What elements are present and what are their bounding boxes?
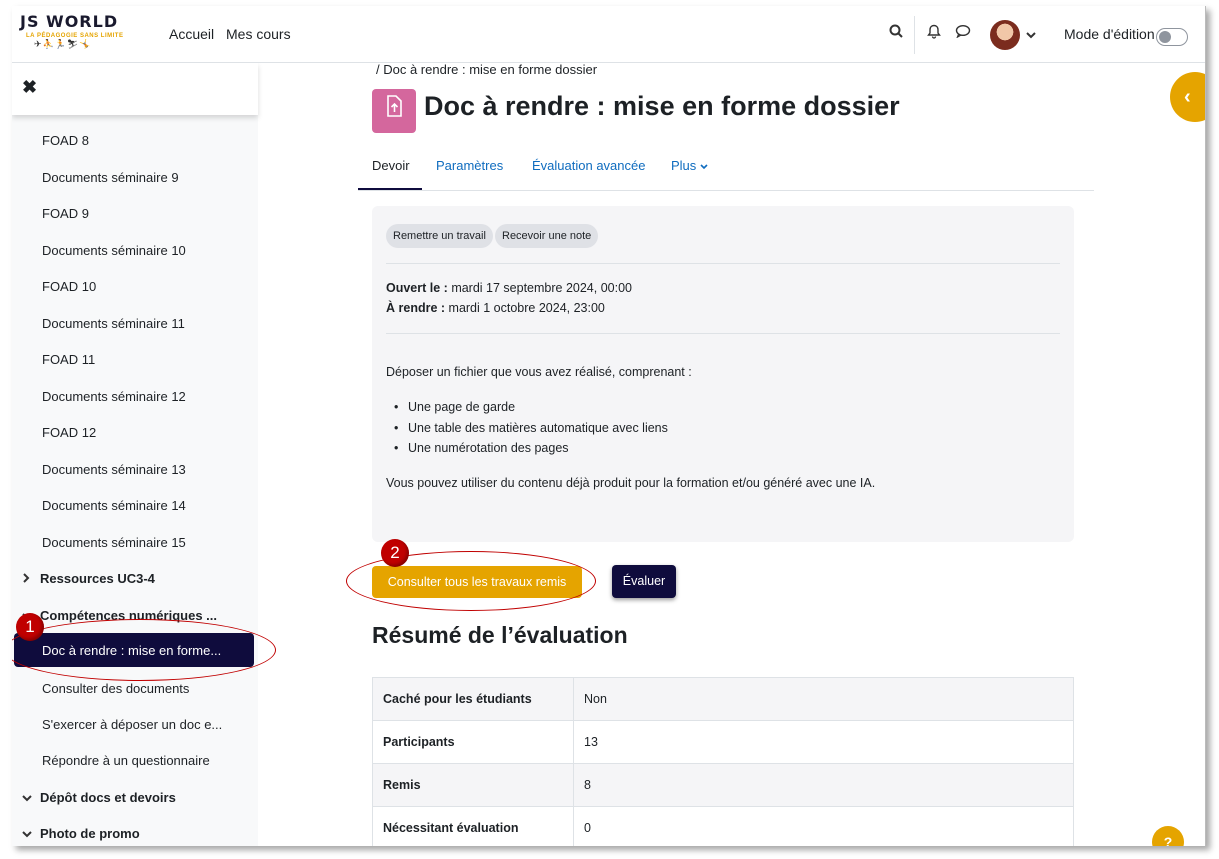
divider (386, 333, 1060, 334)
tab-plus[interactable]: Plus (671, 158, 708, 173)
bell-icon[interactable] (927, 24, 941, 43)
course-index-item[interactable]: Consulter des documents (42, 681, 189, 696)
annotation-marker-2: 2 (381, 539, 409, 567)
close-icon[interactable]: ✖ (22, 77, 37, 98)
summary-value: Non (573, 677, 1074, 721)
description-note: Vous pouvez utiliser du contenu déjà pro… (386, 476, 876, 490)
course-index-item[interactable]: Documents séminaire 11 (42, 316, 185, 331)
tab-evaluation-avancee[interactable]: Évaluation avancée (532, 158, 645, 173)
section-depot[interactable]: Dépôt docs et devoirs (22, 790, 176, 805)
course-index-item[interactable]: S'exercer à déposer un doc e... (42, 717, 222, 732)
description-bullet: Une table des matières automatique avec … (394, 421, 668, 435)
open-date: Ouvert le : mardi 17 septembre 2024, 00:… (386, 281, 632, 295)
description-intro: Déposer un fichier que vous avez réalisé… (386, 365, 692, 379)
course-index-item[interactable]: FOAD 12 (42, 425, 96, 440)
course-index-item[interactable]: Documents séminaire 9 (42, 170, 179, 185)
annotation-marker-1: 1 (16, 613, 44, 641)
top-navbar: JS WORLD LA PÉDAGOGIE SANS LIMITE ✈⛹🏃⛷🤸 … (12, 6, 1205, 63)
course-index-item[interactable]: Documents séminaire 12 (42, 389, 186, 404)
grading-summary-title: Résumé de l’évaluation (372, 622, 628, 648)
chevron-down-icon (22, 827, 40, 841)
navbar-divider (914, 16, 915, 54)
description-bullet: Une page de garde (394, 400, 515, 414)
tab-parametres[interactable]: Paramètres (436, 158, 503, 173)
due-date-value: mardi 1 octobre 2024, 23:00 (448, 301, 605, 315)
chat-icon[interactable] (955, 24, 971, 42)
due-date-label: À rendre : (386, 301, 446, 315)
course-index-item[interactable]: FOAD 11 (42, 352, 95, 367)
activity-info-card: Remettre un travail Recevoir une note Ou… (372, 206, 1074, 542)
course-index-item[interactable]: FOAD 10 (42, 279, 96, 294)
course-index-item[interactable]: FOAD 8 (42, 133, 89, 148)
search-icon[interactable] (889, 24, 903, 42)
course-index-item[interactable]: Documents séminaire 10 (42, 243, 186, 258)
table-row: Participants 13 (372, 720, 1074, 764)
summary-value: 0 (573, 806, 1074, 846)
summary-key: Nécessitant évaluation (372, 806, 574, 846)
due-date: À rendre : mardi 1 octobre 2024, 23:00 (386, 301, 605, 315)
logo-text: JS WORLD (20, 12, 119, 31)
summary-key: Participants (372, 720, 574, 764)
course-index-item[interactable]: Documents séminaire 13 (42, 462, 186, 477)
chevron-down-icon (22, 791, 40, 805)
summary-key: Caché pour les étudiants (372, 677, 574, 721)
user-avatar[interactable] (990, 20, 1020, 50)
active-tab-indicator (358, 188, 422, 190)
section-label: Photo de promo (40, 826, 140, 841)
course-index-item[interactable]: Documents séminaire 15 (42, 535, 186, 550)
course-index-drawer: ✖ FOAD 8 Documents séminaire 9 FOAD 9 Do… (12, 63, 276, 846)
tab-devoir[interactable]: Devoir (372, 158, 410, 173)
table-row: Caché pour les étudiants Non (372, 677, 1074, 721)
table-row: Nécessitant évaluation 0 (372, 806, 1074, 846)
section-label: Ressources UC3-4 (40, 571, 155, 586)
course-index-item[interactable]: Documents séminaire 14 (42, 498, 186, 513)
section-label: Compétences numériques ... (40, 608, 217, 623)
secondary-nav: Devoir Paramètres Évaluation avancée Plu… (358, 148, 1094, 191)
assignment-icon (372, 89, 416, 133)
nav-mes-cours[interactable]: Mes cours (226, 26, 291, 42)
section-label: Dépôt docs et devoirs (40, 790, 176, 805)
open-date-label: Ouvert le : (386, 281, 448, 295)
description-bullet: Une numérotation des pages (394, 441, 568, 455)
course-index-item[interactable]: Répondre à un questionnaire (42, 753, 210, 768)
divider (386, 263, 1060, 264)
section-photo[interactable]: Photo de promo (22, 826, 140, 841)
logo-figures: ✈⛹🏃⛷🤸 (34, 39, 92, 49)
course-index-item[interactable]: FOAD 9 (42, 206, 89, 221)
screenshot-frame: JS WORLD LA PÉDAGOGIE SANS LIMITE ✈⛹🏃⛷🤸 … (12, 6, 1206, 846)
summary-value: 8 (573, 763, 1074, 807)
completion-badge: Recevoir une note (495, 224, 599, 248)
completion-badge: Remettre un travail (386, 224, 493, 248)
section-competences[interactable]: Compétences numériques ... (22, 608, 217, 623)
chevron-down-icon[interactable] (1026, 26, 1036, 43)
table-row: Remis 8 (372, 763, 1074, 807)
section-ressources[interactable]: Ressources UC3-4 (22, 571, 155, 586)
summary-value: 13 (573, 720, 1074, 764)
breadcrumb[interactable]: / Doc à rendre : mise en forme dossier (376, 62, 597, 77)
tab-label: Plus (671, 158, 697, 173)
help-icon[interactable]: ? (1152, 826, 1184, 846)
site-logo[interactable]: JS WORLD LA PÉDAGOGIE SANS LIMITE ✈⛹🏃⛷🤸 (20, 12, 140, 58)
edit-mode-label: Mode d'édition (1064, 26, 1155, 42)
edit-mode-toggle[interactable] (1156, 28, 1188, 46)
drawer-header: ✖ (12, 63, 258, 115)
chevron-down-icon (700, 164, 708, 170)
grade-button[interactable]: Évaluer (612, 565, 676, 598)
chevron-right-icon (22, 572, 40, 586)
summary-key: Remis (372, 763, 574, 807)
page-title: Doc à rendre : mise en forme dossier (424, 91, 900, 121)
open-date-value: mardi 17 septembre 2024, 00:00 (451, 281, 632, 295)
grading-summary-table: Caché pour les étudiants Non Participant… (372, 677, 1074, 846)
chevron-left-icon[interactable]: ‹ (1170, 72, 1205, 122)
nav-accueil[interactable]: Accueil (169, 26, 214, 42)
main-content: / Doc à rendre : mise en forme dossier D… (346, 62, 1094, 846)
course-index-item-active[interactable]: Doc à rendre : mise en forme... (14, 633, 254, 667)
